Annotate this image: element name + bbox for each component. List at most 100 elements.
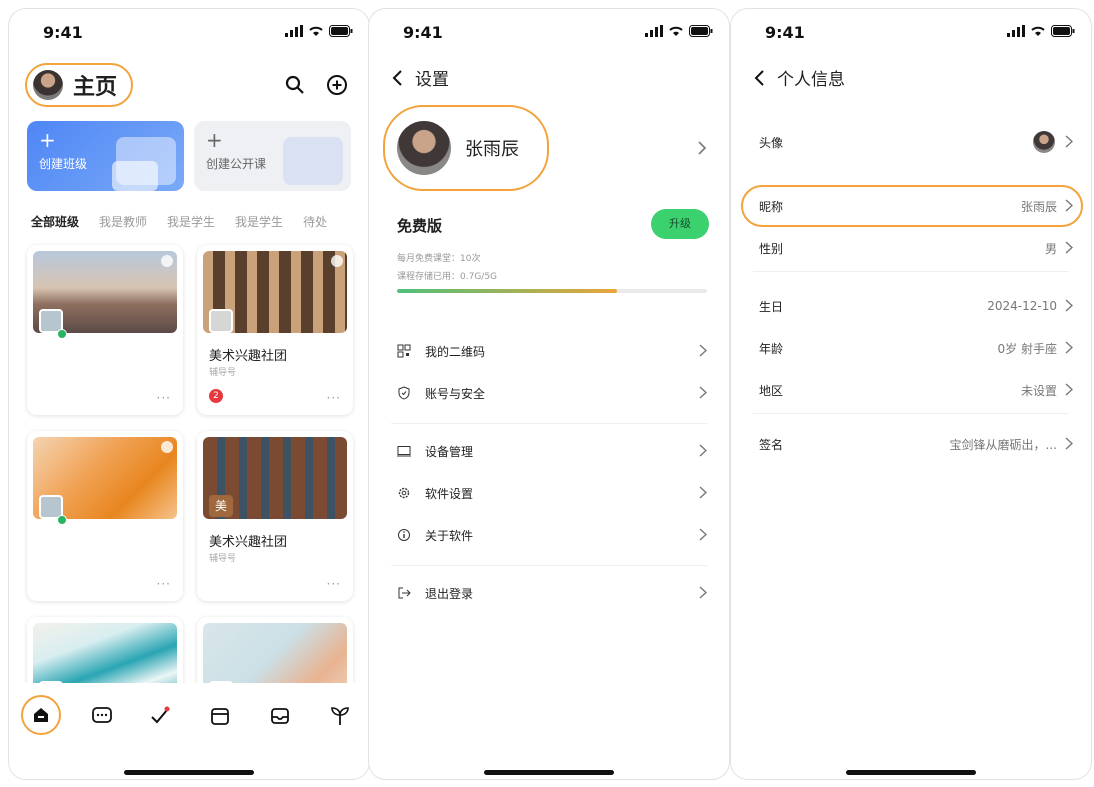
row-gender[interactable]: 性别 男 bbox=[759, 233, 1073, 263]
menu-account-security[interactable]: 账号与安全 bbox=[397, 379, 709, 407]
chat-icon[interactable] bbox=[91, 705, 113, 727]
wifi-icon bbox=[669, 26, 683, 36]
class-title: 美术兴趣社团 bbox=[209, 535, 288, 550]
row-label: 生日 bbox=[759, 299, 784, 314]
sprout-icon[interactable] bbox=[329, 705, 351, 727]
status-icons bbox=[1007, 25, 1075, 37]
chevron-right-icon bbox=[699, 344, 707, 357]
chevron-right-icon bbox=[699, 444, 707, 457]
personal-info-screen: 9:41 个人信息 头像 昵称 张雨辰 性别 男 生日 2024-12-10 年… bbox=[730, 8, 1092, 780]
back-chevron-icon[interactable] bbox=[753, 69, 767, 87]
home-title-highlight[interactable]: 主页 bbox=[25, 63, 133, 107]
create-public-class-button[interactable]: + 创建公开课 bbox=[194, 121, 351, 191]
class-subtitle: 辅导号 bbox=[209, 368, 237, 378]
chevron-right-icon bbox=[699, 386, 707, 399]
class-card[interactable]: ··· bbox=[27, 245, 183, 415]
inbox-icon[interactable] bbox=[269, 705, 291, 727]
chevron-right-icon bbox=[1065, 383, 1073, 396]
status-bar: 9:41 bbox=[9, 23, 369, 43]
avatar[interactable] bbox=[33, 70, 63, 100]
task-check-icon[interactable] bbox=[149, 705, 171, 727]
tab-teacher[interactable]: 我是教师 bbox=[99, 213, 147, 230]
row-signature[interactable]: 签名 宝剑锋从磨砺出，... bbox=[759, 429, 1073, 459]
quota-storage: 课程存储已用：0.7G/5G bbox=[397, 272, 498, 282]
decoration bbox=[112, 161, 158, 191]
row-nickname[interactable]: 昵称 张雨辰 bbox=[759, 191, 1073, 221]
row-value: 0岁 射手座 bbox=[997, 341, 1057, 356]
menu-about[interactable]: 关于软件 bbox=[397, 521, 709, 549]
calendar-icon[interactable] bbox=[209, 705, 231, 727]
chevron-right-icon bbox=[1065, 241, 1073, 254]
row-birthday[interactable]: 生日 2024-12-10 bbox=[759, 291, 1073, 321]
profile-card[interactable]: 张雨辰 bbox=[383, 105, 549, 191]
pin-icon[interactable] bbox=[161, 255, 173, 267]
online-indicator bbox=[57, 329, 67, 339]
more-options-icon[interactable]: ··· bbox=[327, 577, 341, 591]
quota-lessons: 每月免费课堂：10次 bbox=[397, 254, 481, 264]
settings-navbar: 设置 bbox=[391, 65, 449, 90]
search-icon[interactable] bbox=[283, 73, 307, 97]
more-options-icon[interactable]: ··· bbox=[157, 577, 171, 591]
status-icons bbox=[285, 25, 353, 37]
menu-logout[interactable]: 退出登录 bbox=[397, 579, 709, 607]
page-title: 主页 bbox=[73, 75, 118, 100]
chevron-right-icon bbox=[1065, 135, 1073, 148]
more-options-icon[interactable]: ··· bbox=[157, 391, 171, 405]
home-screen: 9:41 主页 + 创建班级 + 创建公开课 全部班级 我是教师 我是学生 我是… bbox=[8, 8, 370, 780]
menu-label: 关于软件 bbox=[425, 528, 474, 543]
row-value: 宝剑锋从磨砺出，... bbox=[949, 437, 1057, 452]
user-name: 张雨辰 bbox=[465, 139, 519, 160]
online-indicator bbox=[57, 515, 67, 525]
tab-all-classes[interactable]: 全部班级 bbox=[31, 213, 79, 230]
chevron-right-icon bbox=[1065, 299, 1073, 312]
class-card[interactable]: 美术兴趣社团 辅导号 2 ··· bbox=[197, 245, 353, 415]
menu-device-management[interactable]: 设备管理 bbox=[397, 437, 709, 465]
pin-icon[interactable] bbox=[161, 441, 173, 453]
status-time: 9:41 bbox=[765, 23, 805, 42]
logout-icon bbox=[398, 587, 411, 599]
tab-home[interactable] bbox=[21, 695, 61, 735]
info-icon bbox=[398, 529, 410, 541]
back-chevron-icon[interactable] bbox=[391, 69, 405, 87]
bottom-tab-bar bbox=[9, 683, 369, 779]
pin-icon[interactable] bbox=[331, 255, 343, 267]
status-time: 9:41 bbox=[403, 23, 443, 42]
tab-student[interactable]: 我是学生 bbox=[167, 213, 215, 230]
home-icon bbox=[34, 708, 48, 722]
create-actions: + 创建班级 + 创建公开课 bbox=[27, 121, 351, 191]
class-chip: 美 bbox=[209, 495, 233, 517]
upgrade-button[interactable]: 升级 bbox=[651, 209, 709, 239]
laptop-icon bbox=[397, 446, 411, 457]
status-bar: 9:41 bbox=[731, 23, 1091, 43]
home-indicator bbox=[484, 770, 614, 775]
chevron-right-icon bbox=[699, 586, 707, 599]
page-title: 设置 bbox=[415, 70, 449, 90]
add-circle-icon[interactable] bbox=[325, 73, 349, 97]
menu-qr-code[interactable]: 我的二维码 bbox=[397, 337, 709, 365]
class-card[interactable]: ··· bbox=[27, 431, 183, 601]
row-age[interactable]: 年龄 0岁 射手座 bbox=[759, 333, 1073, 363]
more-options-icon[interactable]: ··· bbox=[327, 391, 341, 405]
settings-screen: 9:41 设置 张雨辰 免费版 升级 每月免费课堂：10次 课程存储已用：0.7… bbox=[368, 8, 730, 780]
menu-label: 我的二维码 bbox=[425, 344, 486, 359]
storage-progress-fill bbox=[397, 289, 618, 293]
qr-code-icon bbox=[397, 344, 411, 358]
row-value: 张雨辰 bbox=[1020, 199, 1057, 214]
row-avatar[interactable]: 头像 bbox=[759, 127, 1073, 157]
chevron-right-icon bbox=[1065, 437, 1073, 450]
chevron-right-icon[interactable] bbox=[697, 141, 707, 155]
profile-navbar: 个人信息 bbox=[753, 65, 845, 90]
menu-software-settings[interactable]: 软件设置 bbox=[397, 479, 709, 507]
class-card[interactable]: 美 美术兴趣社团 辅导号 ··· bbox=[197, 431, 353, 601]
create-class-button[interactable]: + 创建班级 bbox=[27, 121, 184, 191]
row-value: 男 bbox=[1044, 241, 1057, 256]
tab-student-2[interactable]: 我是学生 bbox=[235, 213, 283, 230]
tab-pending[interactable]: 待处 bbox=[303, 213, 327, 230]
class-thumbnail bbox=[209, 309, 233, 333]
row-region[interactable]: 地区 未设置 bbox=[759, 375, 1073, 405]
row-label: 签名 bbox=[759, 437, 784, 452]
status-icons bbox=[645, 25, 713, 37]
signal-icon bbox=[285, 25, 303, 37]
menu-label: 软件设置 bbox=[425, 486, 474, 501]
battery-icon bbox=[689, 25, 713, 37]
